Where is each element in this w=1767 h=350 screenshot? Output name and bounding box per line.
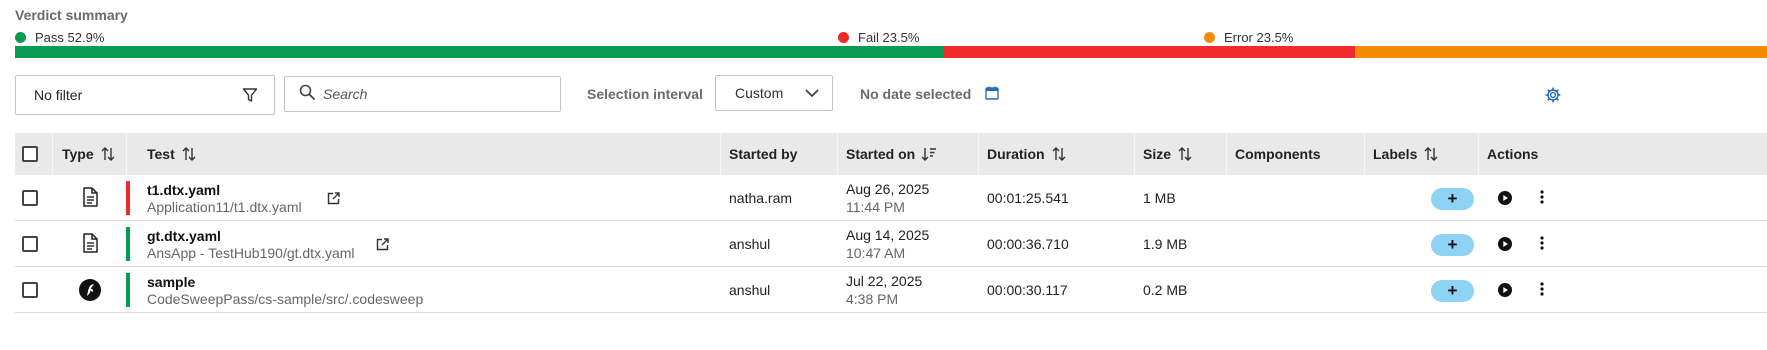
started-on-date: Aug 14, 2025 [846, 227, 930, 243]
sort-icon[interactable] [1177, 146, 1193, 162]
header-type-label: Type [62, 146, 94, 162]
codesweep-icon [79, 279, 101, 304]
play-icon[interactable] [1498, 283, 1512, 300]
select-all-checkbox[interactable] [22, 146, 38, 162]
document-icon [82, 233, 98, 256]
header-actions: Actions [1487, 133, 1538, 175]
error-dot-icon [1204, 32, 1215, 43]
chevron-down-icon [804, 85, 820, 104]
started-by: anshul [729, 282, 771, 298]
verdict-bar-error[interactable] [1354, 46, 1767, 58]
header-size[interactable]: Size [1143, 133, 1193, 175]
size: 1.9 MB [1143, 236, 1188, 252]
sort-icon[interactable] [1423, 146, 1439, 162]
header-duration-label: Duration [987, 146, 1045, 162]
verdict-bar-pass[interactable] [15, 46, 943, 58]
header-started-on[interactable]: Started on [846, 133, 937, 175]
play-icon[interactable] [1498, 191, 1512, 208]
header-labels-label: Labels [1373, 146, 1418, 162]
started-on-time: 10:47 AM [846, 245, 906, 261]
test-name[interactable]: sample [147, 274, 195, 290]
sort-desc-icon[interactable] [921, 146, 937, 162]
started-on-time: 11:44 PM [846, 199, 905, 215]
sort-icon[interactable] [100, 146, 116, 162]
add-label-button[interactable]: + [1431, 188, 1474, 210]
more-vertical-icon[interactable] [1540, 190, 1544, 207]
external-link-icon[interactable] [327, 192, 340, 208]
results-table: Type Test Started by Started on Duration… [15, 133, 1767, 313]
header-components-label: Components [1235, 146, 1321, 162]
verdict-bar-fail[interactable] [942, 46, 1355, 58]
started-on-date: Aug 26, 2025 [846, 181, 930, 197]
sort-icon[interactable] [1051, 146, 1067, 162]
row-checkbox[interactable] [22, 190, 38, 206]
external-link-icon[interactable] [376, 238, 389, 254]
calendar-icon[interactable] [985, 86, 999, 105]
legend-error: Error 23.5% [1204, 30, 1293, 45]
legend-error-label: Error 23.5% [1224, 30, 1294, 45]
table-header: Type Test Started by Started on Duration… [15, 133, 1767, 175]
test-path: CodeSweepPass/cs-sample/src/.codesweep [147, 291, 424, 307]
more-vertical-icon[interactable] [1540, 282, 1544, 299]
started-by: anshul [729, 236, 771, 252]
table-row[interactable]: sample CodeSweepPass/cs-sample/src/.code… [15, 267, 1767, 313]
more-vertical-icon[interactable] [1540, 236, 1544, 253]
fail-dot-icon [838, 32, 849, 43]
legend-pass: Pass 52.9% [15, 30, 104, 45]
status-indicator [126, 273, 130, 307]
legend-pass-label: Pass 52.9% [35, 30, 105, 45]
interval-value: Custom [735, 85, 784, 101]
gear-icon[interactable] [1545, 87, 1561, 108]
test-name[interactable]: gt.dtx.yaml [147, 228, 221, 244]
size: 1 MB [1143, 190, 1176, 206]
header-started-on-label: Started on [846, 146, 916, 162]
started-by: natha.ram [729, 190, 793, 206]
size: 0.2 MB [1143, 282, 1188, 298]
test-path: Application11/t1.dtx.yaml [147, 199, 302, 215]
document-icon [82, 187, 98, 210]
verdict-summary-title: Verdict summary [15, 7, 128, 23]
verdict-bar [15, 46, 1767, 58]
table-row[interactable]: gt.dtx.yaml AnsApp - TestHub190/gt.dtx.y… [15, 221, 1767, 267]
filter-label: No filter [34, 87, 83, 103]
search-input[interactable] [323, 86, 543, 102]
duration: 00:01:25.541 [987, 190, 1069, 206]
table-row[interactable]: t1.dtx.yaml Application11/t1.dtx.yaml na… [15, 175, 1767, 221]
status-indicator [126, 181, 130, 215]
started-on-time: 4:38 PM [846, 291, 899, 307]
test-name[interactable]: t1.dtx.yaml [147, 182, 220, 198]
search-icon [299, 84, 315, 105]
selection-interval-label: Selection interval [587, 86, 703, 102]
play-icon[interactable] [1498, 237, 1512, 254]
interval-select[interactable]: Custom [715, 75, 833, 111]
row-checkbox[interactable] [22, 282, 38, 298]
header-size-label: Size [1143, 146, 1172, 162]
status-indicator [126, 227, 130, 261]
add-label-button[interactable]: + [1431, 234, 1474, 256]
duration: 00:00:30.117 [987, 282, 1068, 298]
add-label-button[interactable]: + [1431, 280, 1474, 302]
search-box[interactable] [284, 76, 561, 112]
sort-icon[interactable] [181, 146, 197, 162]
legend-fail: Fail 23.5% [838, 30, 919, 45]
header-test-label: Test [147, 146, 175, 162]
duration: 00:00:36.710 [987, 236, 1069, 252]
date-label: No date selected [860, 86, 972, 102]
header-labels[interactable]: Labels [1373, 133, 1439, 175]
row-checkbox[interactable] [22, 236, 38, 252]
header-type[interactable]: Type [62, 133, 116, 175]
started-on-date: Jul 22, 2025 [846, 273, 923, 289]
header-started-by: Started by [729, 133, 797, 175]
filter-dropdown[interactable]: No filter [15, 75, 275, 115]
header-started-by-label: Started by [729, 146, 798, 162]
header-actions-label: Actions [1487, 146, 1539, 162]
header-test[interactable]: Test [147, 133, 197, 175]
header-components: Components [1235, 133, 1321, 175]
funnel-icon [242, 87, 258, 106]
legend-fail-label: Fail 23.5% [858, 30, 920, 45]
pass-dot-icon [15, 32, 26, 43]
select-all-cell [22, 133, 38, 175]
header-duration[interactable]: Duration [987, 133, 1067, 175]
test-path: AnsApp - TestHub190/gt.dtx.yaml [147, 245, 355, 261]
